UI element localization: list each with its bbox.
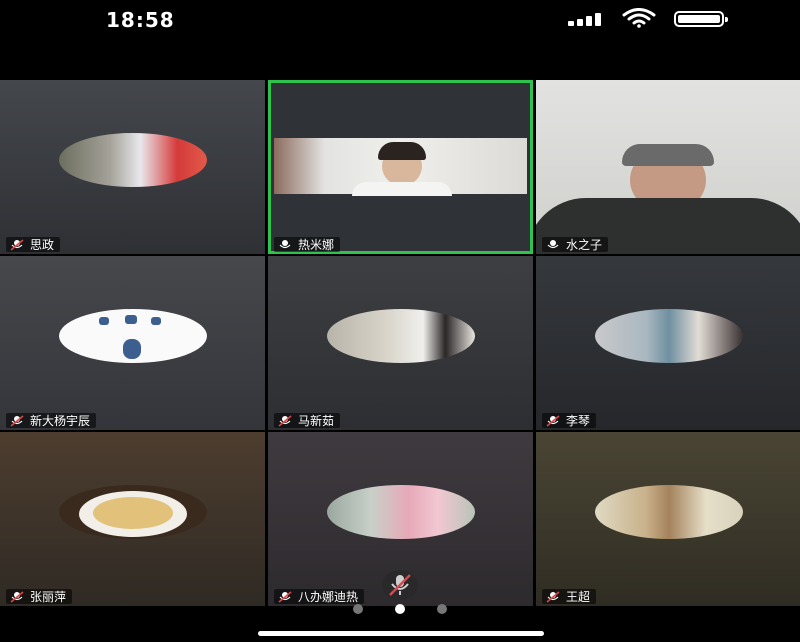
cellular-signal-icon [568, 12, 608, 26]
participant-tile[interactable]: 新大杨宇辰 [0, 256, 265, 430]
participant-tile[interactable]: 张丽萍 [0, 432, 265, 606]
mic-muted-icon [10, 414, 24, 427]
page-indicator[interactable] [353, 604, 447, 614]
home-indicator[interactable] [258, 631, 544, 636]
mic-icon [278, 239, 292, 251]
status-bar: 18:58 [0, 0, 800, 40]
participant-name-tag: 王超 [542, 589, 597, 604]
page-dot[interactable] [437, 604, 447, 614]
mic-muted-icon [278, 590, 292, 603]
mic-muted-icon [389, 574, 411, 596]
participant-name: 热米娜 [298, 238, 335, 252]
participant-tile[interactable]: 李琴 [536, 256, 800, 430]
mic-toggle-button[interactable] [382, 570, 418, 600]
participant-name: 水之子 [566, 238, 603, 252]
mic-muted-icon [546, 414, 560, 427]
mic-icon [546, 239, 560, 251]
mic-muted-icon [546, 590, 560, 603]
page-dot-current[interactable] [395, 604, 405, 614]
participant-name-tag: 水之子 [542, 237, 609, 252]
participant-name-tag: 李琴 [542, 413, 597, 428]
participant-avatar [594, 309, 743, 363]
participant-name-tag: 思政 [6, 237, 61, 252]
participant-tile[interactable]: 马新茹 [268, 256, 533, 430]
participant-tile[interactable]: 水之子 [536, 80, 800, 254]
mic-muted-icon [278, 414, 292, 427]
participant-name: 李琴 [566, 414, 591, 428]
participant-tile-active[interactable]: 热米娜 [268, 80, 533, 254]
participant-avatar [58, 309, 207, 363]
battery-icon [674, 11, 728, 27]
participant-avatar [58, 133, 207, 187]
participant-name: 八办娜迪热 [298, 590, 359, 604]
clock: 18:58 [106, 8, 175, 32]
participant-name: 马新茹 [298, 414, 335, 428]
participant-name-tag: 马新茹 [274, 413, 341, 428]
participant-tile[interactable]: 思政 [0, 80, 265, 254]
participant-avatar [58, 485, 207, 539]
participant-name-tag: 张丽萍 [6, 589, 73, 604]
participant-video [274, 138, 527, 196]
mic-muted-icon [10, 238, 24, 251]
participant-tile[interactable]: 王超 [536, 432, 800, 606]
wifi-icon [622, 8, 656, 28]
participant-name-tag: 热米娜 [274, 237, 341, 252]
participant-grid: 思政 热米娜 水之子 新大杨宇辰 马新茹 李琴 张丽萍 八办娜迪热 王超 [0, 80, 800, 606]
participant-video [536, 80, 800, 254]
page-dot[interactable] [353, 604, 363, 614]
participant-name-tag: 新大杨宇辰 [6, 413, 97, 428]
participant-avatar [594, 485, 743, 539]
participant-avatar [326, 485, 475, 539]
participant-avatar [326, 309, 475, 363]
mic-muted-icon [10, 590, 24, 603]
participant-name: 思政 [30, 238, 55, 252]
participant-name: 新大杨宇辰 [30, 414, 91, 428]
participant-name: 张丽萍 [30, 590, 67, 604]
participant-name-tag: 八办娜迪热 [274, 589, 365, 604]
participant-name: 王超 [566, 590, 591, 604]
